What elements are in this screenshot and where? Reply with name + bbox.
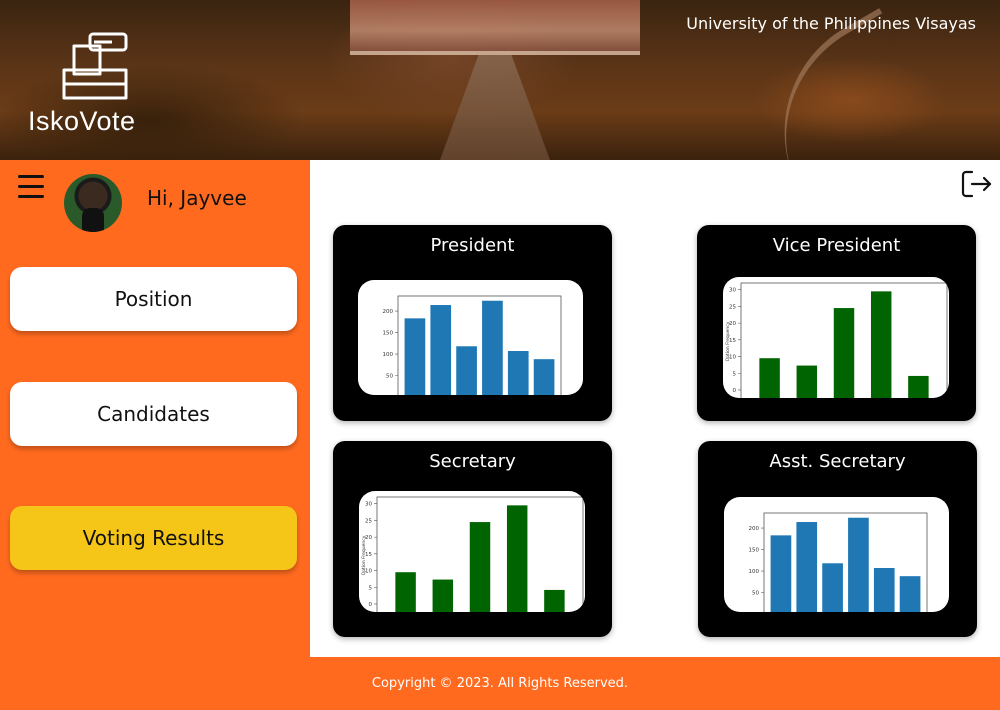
chart-bar (507, 351, 529, 395)
y-tick-label: 150 (383, 331, 394, 337)
secretary-card[interactable]: Secretary 0 5 10 15 20 25 30 Option Frequency (333, 441, 612, 637)
card-title: Asst. Secretary (769, 451, 906, 472)
chart-bar (848, 517, 869, 612)
chart-bar (833, 308, 855, 398)
app-logo: IskoVote (28, 30, 168, 140)
y-tick-label: 50 (752, 591, 759, 597)
chart-bar (430, 305, 452, 395)
y-tick-label: 50 (386, 374, 393, 380)
avatar (64, 174, 122, 232)
y-tick-label: 5 (369, 585, 373, 591)
card-title: Secretary (429, 451, 516, 472)
y-tick-label: 30 (365, 502, 372, 508)
asst-secretary-chart: 50 100 150 200 (724, 497, 949, 612)
chart-bar (770, 535, 792, 612)
candidates-button[interactable]: Candidates (10, 382, 297, 446)
logout-icon[interactable] (960, 168, 992, 200)
chart-bar (899, 576, 921, 612)
chart-bar (908, 375, 929, 398)
main-content: President 50 100 150 200 Vice President 051… (310, 160, 1000, 657)
chart-bar (822, 563, 843, 612)
chart-bar (432, 579, 454, 612)
president-chart: 50 100 150 200 (358, 280, 583, 395)
chart-bar (759, 358, 780, 398)
chart-bar (796, 365, 818, 398)
chart-bar (404, 318, 426, 395)
chart-bar (870, 291, 892, 398)
voting-results-button[interactable]: Voting Results (10, 506, 297, 570)
chart-bar (456, 346, 477, 395)
y-tick-label: 100 (383, 352, 394, 358)
y-tick-label: 25 (365, 518, 372, 524)
campus-walkway-image (440, 55, 550, 160)
chart-bar (796, 522, 818, 612)
president-card[interactable]: President 50 100 150 200 (333, 225, 612, 421)
asst-secretary-card[interactable]: Asst. Secretary 50 100 150 200 (698, 441, 977, 637)
y-tick-label: 200 (383, 309, 394, 315)
y-tick-label: 100 (749, 569, 760, 575)
sidebar: Hi, Jayvee Position Candidates Voting Re… (0, 160, 308, 657)
chart-bar (506, 505, 528, 612)
y-axis-label: Option Frequency (725, 321, 731, 361)
vice-president-chart: 0 5 10 15 20 25 30 Option Frequency (723, 277, 949, 398)
card-title: Vice President (772, 235, 901, 256)
vice-president-card[interactable]: Vice President 0 5 10 15 20 25 30 Option Freque… (697, 225, 976, 421)
chart-bar (469, 522, 491, 612)
ballot-box-icon (62, 32, 128, 100)
y-tick-label: 5 (733, 371, 737, 377)
chart-bar (395, 572, 416, 612)
campus-building-image (350, 0, 640, 55)
y-axis-label: Option Frequency (361, 535, 367, 575)
y-tick-label: 200 (749, 526, 760, 532)
chart-bar (533, 359, 555, 395)
app-name: IskoVote (28, 106, 136, 136)
footer-copyright: Copyright © 2023. All Rights Reserved. (371, 676, 629, 691)
position-button[interactable]: Position (10, 267, 297, 331)
greeting: Hi, Jayvee (147, 186, 247, 210)
header-banner: IskoVote University of the Philippines V… (0, 0, 1000, 160)
university-name: University of the Philippines Visayas (686, 14, 976, 33)
y-tick-label: 0 (369, 602, 373, 608)
y-tick-label: 150 (749, 548, 760, 554)
y-tick-label: 0 (733, 388, 737, 394)
menu-icon[interactable] (18, 175, 44, 199)
card-title: President (430, 235, 515, 256)
y-tick-label: 30 (729, 288, 736, 294)
y-tick-label: 25 (729, 304, 736, 310)
chart-bar (873, 568, 895, 612)
chart-bar (544, 589, 565, 612)
chart-bar (482, 300, 503, 395)
secretary-chart: 0 5 10 15 20 25 30 Option Frequency (359, 491, 585, 612)
